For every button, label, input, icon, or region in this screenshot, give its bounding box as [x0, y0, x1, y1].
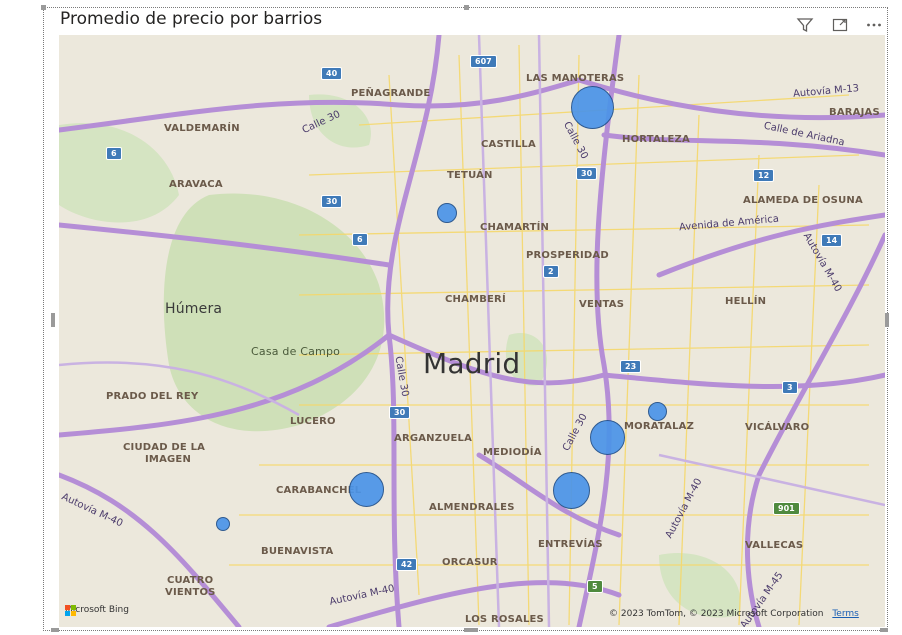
copyright-text: © 2023 TomTom, © 2023 Microsoft Corporat… [609, 609, 824, 619]
road-shield-5: 5 [587, 580, 603, 593]
road-shield-6-west: 6 [106, 147, 122, 160]
district-label-hortaleza: HORTALEZA [622, 134, 690, 145]
resize-handle-bottom-left[interactable] [51, 628, 59, 632]
data-bubble-carabanchel[interactable] [349, 472, 384, 507]
district-label-cuatro: CUATRO [167, 575, 214, 586]
road-shield-30-center: 30 [389, 406, 411, 419]
resize-handle-bottom-right[interactable] [880, 628, 888, 632]
place-label-humera: Húmera [165, 301, 223, 317]
filter-icon[interactable] [794, 14, 816, 36]
data-bubble-tetuan[interactable] [437, 203, 457, 223]
road-shield-901: 901 [773, 502, 800, 515]
road-shield-607: 607 [470, 55, 497, 68]
road-shield-2: 2 [543, 265, 559, 278]
resize-handle-top-left[interactable] [41, 5, 46, 10]
city-label: Madrid [423, 347, 521, 380]
resize-handle-right[interactable] [885, 313, 889, 327]
road-shield-42: 42 [396, 558, 418, 571]
district-label-vallecas: VALLECAS [745, 540, 804, 551]
district-label-alameda-de-osuna: ALAMEDA DE OSUNA [743, 195, 863, 206]
district-label-penagrande: PEÑAGRANDE [351, 88, 431, 99]
district-label-arganzuela: ARGANZUELA [394, 433, 473, 444]
road-shield-23: 23 [620, 360, 642, 373]
bing-logo: Microsoft Bing [65, 605, 129, 616]
district-label-hellin: HELLÍN [725, 296, 767, 307]
district-label-los-rosales: LOS ROSALES [465, 614, 544, 625]
district-label-orcasur: ORCASUR [442, 557, 498, 568]
district-label-barajas: BARAJAS [829, 107, 880, 118]
road-shield-30-northeast: 30 [576, 167, 598, 180]
map-copyright: © 2023 TomTom, © 2023 Microsoft Corporat… [609, 609, 859, 619]
road-shield-6-center: 6 [352, 233, 368, 246]
resize-handle-left[interactable] [51, 313, 55, 327]
terms-link[interactable]: Terms [832, 609, 859, 619]
more-options-icon[interactable] [863, 14, 885, 36]
district-label-ciudad-de-la: CIUDAD DE LA [123, 442, 206, 453]
district-label-ventas: VENTAS [579, 299, 625, 310]
road-shield-30-northwest: 30 [321, 195, 343, 208]
place-label-casa-de-campo: Casa de Campo [251, 345, 341, 358]
district-label-prado-del-rey: PRADO DEL REY [106, 391, 199, 402]
district-label-vientos: VIENTOS [165, 587, 216, 598]
visual-title: Promedio de precio por barrios [60, 9, 323, 29]
data-bubble-entrevias[interactable] [553, 472, 590, 509]
district-label-prosperidad: PROSPERIDAD [526, 250, 609, 261]
district-label-chamberi: CHAMBERÍ [445, 294, 506, 305]
data-bubble-moratalaz-north[interactable] [648, 402, 667, 421]
microsoft-logo-icon [65, 605, 76, 616]
district-label-mediodia: MEDIODÍA [483, 447, 542, 458]
district-label-chamartin: CHAMARTÍN [480, 222, 550, 233]
data-bubble-las-manoteras[interactable] [571, 86, 614, 129]
district-label-castilla: CASTILLA [481, 139, 536, 150]
data-bubble-moratalaz[interactable] [590, 420, 625, 455]
map-canvas[interactable]: PEÑAGRANDE LAS MANOTERAS VALDEMARÍN CAST… [59, 35, 885, 627]
district-label-vicalvaro: VICÁLVARO [745, 422, 810, 433]
district-label-imagen: IMAGEN [145, 454, 192, 465]
focus-mode-icon[interactable] [829, 14, 851, 36]
district-label-las-manoteras: LAS MANOTERAS [526, 73, 625, 84]
resize-handle-top[interactable] [464, 5, 469, 10]
district-label-lucero: LUCERO [290, 416, 336, 427]
district-label-almendrales: ALMENDRALES [429, 502, 515, 513]
road-shield-3: 3 [782, 381, 798, 394]
district-label-moratalaz: MORATALAZ [624, 421, 695, 432]
road-shield-40-north: 40 [321, 67, 343, 80]
district-label-buenavista: BUENAVISTA [261, 546, 334, 557]
district-label-aravaca: ARAVACA [169, 179, 223, 190]
road-shield-14: 14 [821, 234, 843, 247]
district-label-entrevias: ENTREVÍAS [538, 539, 603, 550]
district-label-valdemarin: VALDEMARÍN [164, 123, 240, 134]
road-shield-12: 12 [753, 169, 775, 182]
resize-handle-bottom[interactable] [464, 628, 478, 632]
district-label-tetuan: TETUÁN [447, 170, 493, 181]
data-bubble-cuatro-vientos[interactable] [216, 517, 230, 531]
